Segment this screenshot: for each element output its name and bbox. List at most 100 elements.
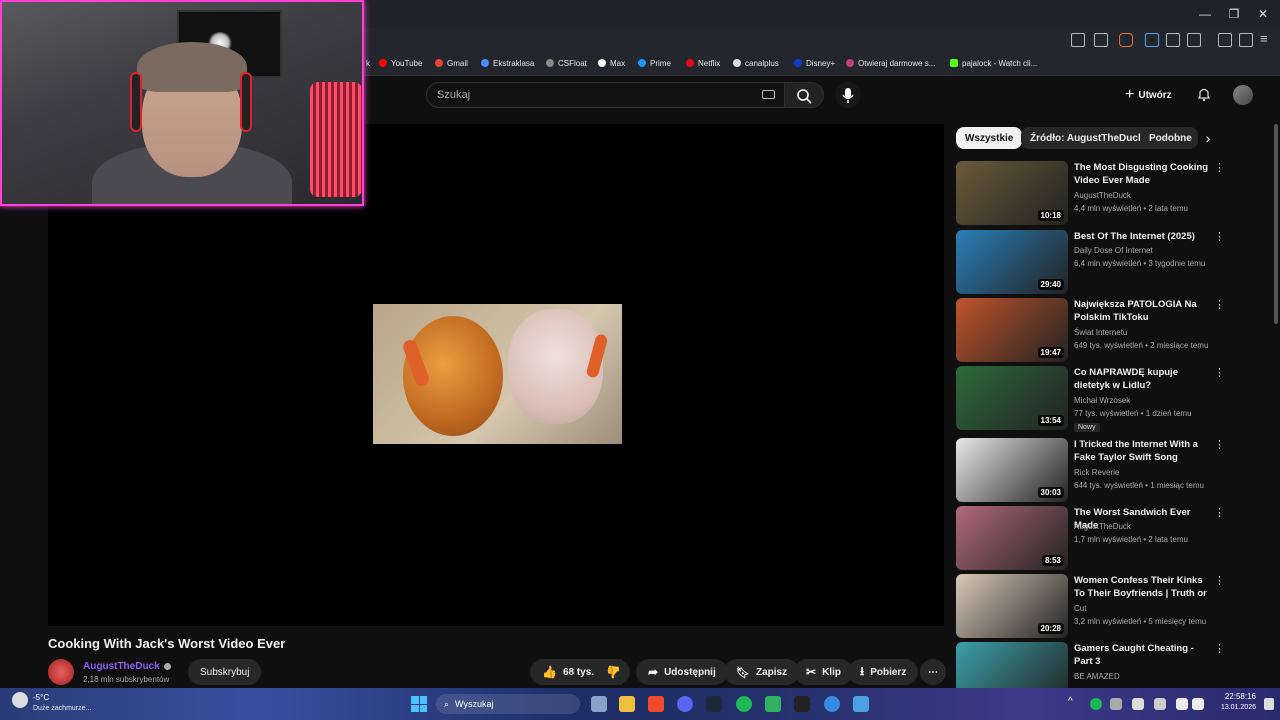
restore-icon[interactable]: ❐ [1225, 5, 1243, 23]
taskbar-search[interactable]: ⌕ Wyszukaj [436, 694, 580, 714]
share-icon[interactable] [1094, 33, 1108, 47]
scrollbar[interactable] [1274, 124, 1278, 324]
spotify-tray-icon[interactable] [1090, 698, 1102, 710]
more-actions-button[interactable]: ⋯ [920, 659, 946, 685]
media-icon[interactable] [1218, 33, 1232, 47]
recommendation-channel[interactable]: BE AMAZED [1074, 672, 1120, 681]
wallet-icon[interactable] [1187, 33, 1201, 47]
channel-name[interactable]: AugustTheDuck [83, 661, 171, 672]
close-icon[interactable]: ✕ [1254, 5, 1272, 23]
bookmark-canalplus[interactable]: canalplus [733, 56, 779, 70]
recommendation-channel[interactable]: AugustTheDuck [1074, 522, 1131, 531]
clip-button[interactable]: ✂ Klip [794, 659, 853, 685]
download-button[interactable]: ⭳ Pobierz [848, 659, 919, 685]
recommendation-item[interactable]: 8:53 The Worst Sandwich Ever Made AugustTh… [956, 506, 1226, 570]
bookmark-disney[interactable]: Disney+ [794, 56, 835, 70]
sidebar-icon[interactable] [1239, 33, 1253, 47]
recommendation-channel[interactable]: Cut [1074, 604, 1086, 613]
recommendation-channel[interactable]: Świat Internetu [1074, 328, 1127, 337]
file-explorer-icon[interactable] [619, 696, 635, 712]
more-vertical-icon[interactable]: ⋮ [1214, 232, 1225, 243]
recommendation-title[interactable]: I Tricked the Internet With a Fake Taylo… [1074, 438, 1212, 464]
clock-date[interactable]: 13.01.2026 [1210, 704, 1256, 711]
recommendation-title[interactable]: Best Of The Internet (2025) [1074, 230, 1212, 243]
recommendation-title[interactable]: The Most Disgusting Cooking Video Ever M… [1074, 161, 1212, 187]
bookmark-max[interactable]: Max [598, 56, 625, 70]
tray-chevron-icon[interactable]: ^ [1068, 696, 1073, 707]
bookmark-csfloat[interactable]: CSFloat [546, 56, 587, 70]
wifi-icon[interactable] [1176, 698, 1188, 710]
subscribe-button[interactable]: Subskrybuj [188, 659, 262, 685]
task-view-icon[interactable] [591, 696, 607, 712]
brave-icon[interactable] [648, 696, 664, 712]
chip-source[interactable]: Źródło: AugustTheDuck [1021, 127, 1153, 149]
video-thumbnail[interactable]: 8:53 [956, 506, 1068, 570]
epic-games-icon[interactable] [794, 696, 810, 712]
bookmark-extra-icon[interactable]: k [366, 56, 370, 70]
extensions-icon[interactable] [1166, 33, 1180, 47]
more-vertical-icon[interactable]: ⋮ [1214, 508, 1225, 519]
minimize-icon[interactable]: — [1196, 5, 1214, 23]
more-vertical-icon[interactable]: ⋮ [1214, 440, 1225, 451]
discord-icon[interactable] [677, 696, 693, 712]
recommendation-channel[interactable]: AugustTheDuck [1074, 191, 1131, 200]
chip-similar[interactable]: Podobne [1140, 127, 1198, 149]
recommendation-channel[interactable]: Michał Wrzosek [1074, 396, 1130, 405]
dislike-button[interactable]: 👍 [596, 659, 630, 685]
volume-icon[interactable] [1192, 698, 1204, 710]
avatar[interactable] [1233, 85, 1253, 105]
steam-icon[interactable] [706, 696, 722, 712]
search-input[interactable]: Szukaj [426, 82, 786, 108]
recommendation-item[interactable]: 20:28 Women Confess Their Kinks To Their … [956, 574, 1226, 638]
bookmark-gmail[interactable]: Gmail [435, 56, 468, 70]
save-button[interactable]: 🔖︎ Zapisz [724, 659, 800, 685]
recommendation-channel[interactable]: Rick Reverie [1074, 468, 1119, 477]
menu-icon[interactable]: ≡ [1260, 32, 1274, 47]
video-thumbnail[interactable]: 10:18 [956, 161, 1068, 225]
recommendation-item[interactable]: 19:47 Największa PATOLOGIA Na Polskim Tik… [956, 298, 1226, 362]
voice-search-button[interactable] [835, 82, 861, 108]
recommendation-title[interactable]: Co NAPRAWDĘ kupuje dietetyk w Lidlu? [1074, 366, 1212, 392]
create-button[interactable]: + Utwórz [1125, 86, 1172, 104]
vpn-icon[interactable] [1145, 33, 1159, 47]
bookmark-prime[interactable]: Prime [638, 56, 671, 70]
video-thumbnail[interactable]: 29:40 [956, 230, 1068, 294]
windows-start-icon[interactable] [411, 696, 427, 712]
weather-icon[interactable] [12, 692, 28, 708]
clock-time[interactable]: 22:58:16 [1210, 692, 1256, 701]
cast-icon[interactable] [1071, 33, 1085, 47]
tray-app-icon[interactable] [1110, 698, 1122, 710]
recommendation-item[interactable]: 10:18 The Most Disgusting Cooking Video E… [956, 161, 1226, 225]
tray-app-icon[interactable] [1154, 698, 1166, 710]
spotify-icon[interactable] [736, 696, 752, 712]
recommendation-title[interactable]: Gamers Caught Cheating - Part 3 [1074, 642, 1212, 668]
bookmark-youtube[interactable]: YouTube [379, 56, 422, 70]
recommendation-item[interactable]: 29:40 Best Of The Internet (2025) Daily Do… [956, 230, 1226, 294]
chevron-right-icon[interactable]: › [1200, 130, 1216, 146]
channel-avatar[interactable] [48, 659, 74, 685]
recommendation-channel[interactable]: Daily Dose Of Internet [1074, 246, 1153, 255]
recommendation-title[interactable]: Największa PATOLOGIA Na Polskim TikToku [1074, 298, 1212, 324]
keyboard-icon[interactable] [762, 90, 775, 99]
more-vertical-icon[interactable]: ⋮ [1214, 300, 1225, 311]
notifications-bell-icon[interactable] [1196, 86, 1212, 102]
recommendation-item[interactable]: 13:54 Co NAPRAWDĘ kupuje dietetyk w Lidlu… [956, 366, 1226, 432]
more-vertical-icon[interactable]: ⋮ [1214, 368, 1225, 379]
video-thumbnail[interactable]: 30:03 [956, 438, 1068, 502]
chip-all[interactable]: Wszystkie [956, 127, 1023, 149]
search-button[interactable] [784, 82, 824, 108]
video-thumbnail[interactable]: 19:47 [956, 298, 1068, 362]
more-vertical-icon[interactable]: ⋮ [1214, 644, 1225, 655]
more-vertical-icon[interactable]: ⋮ [1214, 163, 1225, 174]
battle-net-icon[interactable] [824, 696, 840, 712]
notification-center-icon[interactable] [1264, 698, 1274, 710]
brave-shield-icon[interactable] [1119, 33, 1133, 47]
bookmark-netflix[interactable]: Netflix [686, 56, 720, 70]
app-icon[interactable] [765, 696, 781, 712]
bookmark-otwieraj[interactable]: Otwieraj darmowe s... [846, 56, 935, 70]
bookmark-pajalock[interactable]: pajalock - Watch cli... [950, 56, 1037, 70]
recommendation-title[interactable]: Women Confess Their Kinks To Their Boyfr… [1074, 574, 1212, 601]
share-button[interactable]: ➦ Udostępnij [636, 659, 728, 685]
video-thumbnail[interactable]: 13:54 [956, 366, 1068, 430]
notepad-icon[interactable] [853, 696, 869, 712]
